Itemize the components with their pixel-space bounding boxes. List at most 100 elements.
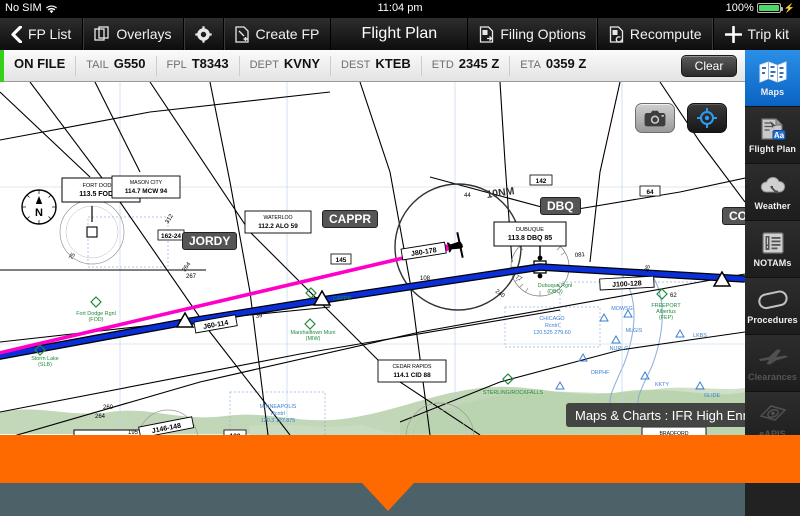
trip-kit-button[interactable]: Trip kit [712, 18, 800, 50]
toolbar-right-group: Filing Options Recompute Trip kit [467, 18, 800, 50]
ios-status-bar: No SIM 11:04 pm 100% ⚡ [0, 0, 800, 18]
field-dest-value: KTEB [375, 55, 411, 71]
svg-text:DUBUQUE: DUBUQUE [516, 227, 544, 233]
sidebar-item-weather[interactable]: Weather [745, 164, 800, 221]
fp-list-label: FP List [28, 26, 72, 42]
notam-doc-icon [760, 230, 786, 256]
svg-text:(FOD): (FOD) [89, 317, 104, 323]
svg-text:NURLG: NURLG [610, 346, 629, 352]
svg-text:260: 260 [103, 405, 114, 411]
layers-icon [94, 26, 110, 42]
field-dest[interactable]: DEST KTEB [331, 55, 422, 76]
svg-text:GLIDE: GLIDE [704, 393, 721, 399]
svg-text:267: 267 [186, 274, 197, 280]
enroute-chart-map[interactable]: N 10NM FORT DODGE 113.5 FOD 82 DUBUQUE 1… [0, 82, 745, 435]
holding-pattern-icon [755, 287, 791, 313]
svg-text:(FEP): (FEP) [659, 315, 673, 321]
svg-text:Rcntrl: Rcntrl [271, 411, 285, 417]
svg-text:162-24: 162-24 [161, 233, 181, 240]
waypoint-co[interactable]: CO [722, 207, 745, 225]
filing-options-label: Filing Options [500, 26, 586, 42]
field-etd-label: ETD [431, 58, 454, 71]
page-title: Flight Plan [361, 25, 438, 42]
eapis-icon [757, 401, 789, 427]
status-badge: ON FILE [4, 55, 77, 76]
clear-button[interactable]: Clear [681, 55, 737, 77]
svg-text:CAPPR: CAPPR [333, 296, 352, 302]
sidebar-item-clearances[interactable]: Clearances [745, 335, 800, 392]
field-fpl[interactable]: FPL T8343 [157, 55, 240, 76]
svg-text:081: 081 [575, 252, 586, 259]
chevron-left-icon [11, 24, 23, 44]
svg-text:CEDAR RAPIDS: CEDAR RAPIDS [393, 364, 432, 370]
camera-icon [644, 110, 666, 127]
document-arrow-icon [479, 25, 494, 43]
cloud-icon [758, 173, 788, 199]
sidebar-item-notams-label: NOTAMs [753, 258, 792, 268]
field-tail[interactable]: TAIL G550 [76, 55, 157, 76]
svg-text:120.3 127.875: 120.3 127.875 [261, 418, 295, 424]
field-dept-label: DEPT [249, 58, 279, 71]
plus-icon [724, 25, 742, 43]
svg-text:114.7 MCW 94: 114.7 MCW 94 [125, 188, 168, 195]
status-badge-label: ON FILE [14, 55, 66, 71]
svg-text:62: 62 [670, 293, 677, 299]
filing-options-button[interactable]: Filing Options [467, 18, 597, 50]
screenshot-button[interactable] [635, 103, 675, 133]
waypoint-cappr[interactable]: CAPPR [322, 210, 379, 228]
field-etd-value: 2345 Z [458, 55, 500, 71]
navaid-box-cedar-rapids: CEDAR RAPIDS 114.1 CID 88 [377, 359, 447, 383]
svg-text:(DBQ): (DBQ) [547, 289, 562, 295]
lightning-bolt-icon: ⚡ [783, 2, 795, 13]
gear-icon [194, 25, 212, 43]
sidebar-item-flight-plan[interactable]: Aa Flight Plan [745, 107, 800, 164]
waypoint-jordy-label: JORDY [182, 232, 238, 250]
svg-text:WATERLOO: WATERLOO [263, 215, 292, 221]
navaid-box-waterloo: WATERLOO 112.2 ALO 59 [244, 210, 312, 234]
clear-button-label: Clear [694, 59, 724, 73]
sidebar-item-procedures[interactable]: Procedures [745, 278, 800, 335]
svg-text:120.525 279.60: 120.525 279.60 [533, 330, 570, 336]
svg-text:LKBS: LKBS [693, 333, 707, 339]
svg-text:108: 108 [420, 276, 431, 282]
field-eta-label: ETA [520, 58, 541, 71]
svg-text:Rcntrl: Rcntrl [545, 323, 559, 329]
waypoint-co-label: CO [722, 207, 745, 225]
fp-list-button[interactable]: FP List [0, 18, 84, 50]
field-dept-value: KVNY [283, 55, 321, 71]
field-dept[interactable]: DEPT KVNY [240, 55, 332, 76]
sidebar-item-maps[interactable]: Maps [745, 50, 800, 107]
crosshair-target-icon [696, 107, 718, 129]
north-arrow-icon: N [21, 189, 57, 225]
svg-text:CHICAGO: CHICAGO [539, 316, 564, 322]
battery-full-icon [756, 3, 783, 13]
svg-text:MINNEAPOLIS: MINNEAPOLIS [260, 404, 297, 410]
center-on-aircraft-button[interactable] [687, 103, 727, 133]
document-add-icon [234, 25, 250, 43]
waypoint-dbq[interactable]: DBQ [540, 197, 581, 215]
field-dest-label: DEST [341, 58, 371, 71]
sidebar-item-weather-label: Weather [754, 201, 791, 211]
field-etd[interactable]: ETD 2345 Z [422, 55, 511, 76]
create-fp-button[interactable]: Create FP [224, 18, 332, 50]
status-bar-right: 100% ⚡ [726, 2, 795, 14]
settings-button[interactable] [184, 18, 224, 50]
svg-text:Aa: Aa [773, 131, 784, 140]
navaid-box-mason-city: MASON CITY 114.7 MCW 94 [111, 175, 181, 199]
field-eta[interactable]: ETA 0359 Z [510, 56, 596, 76]
sidebar-item-flight-plan-label: Flight Plan [748, 144, 797, 154]
sidebar-item-notams[interactable]: NOTAMs [745, 221, 800, 278]
svg-text:KKTY: KKTY [655, 382, 669, 388]
create-fp-label: Create FP [255, 26, 320, 42]
document-refresh-icon [609, 25, 624, 43]
field-tail-label: TAIL [86, 58, 109, 71]
recompute-button[interactable]: Recompute [596, 18, 713, 50]
svg-text:112.2 ALO 59: 112.2 ALO 59 [258, 223, 298, 230]
field-tail-value: G550 [113, 55, 146, 71]
waypoint-jordy[interactable]: JORDY [182, 232, 238, 250]
clock-label: 11:04 pm [377, 2, 423, 14]
svg-text:STERLING/ROCKFALLS: STERLING/ROCKFALLS [483, 390, 544, 396]
sidebar-item-clearances-label: Clearances [747, 372, 798, 382]
svg-text:142: 142 [536, 178, 547, 185]
overlays-button[interactable]: Overlays [83, 18, 184, 50]
